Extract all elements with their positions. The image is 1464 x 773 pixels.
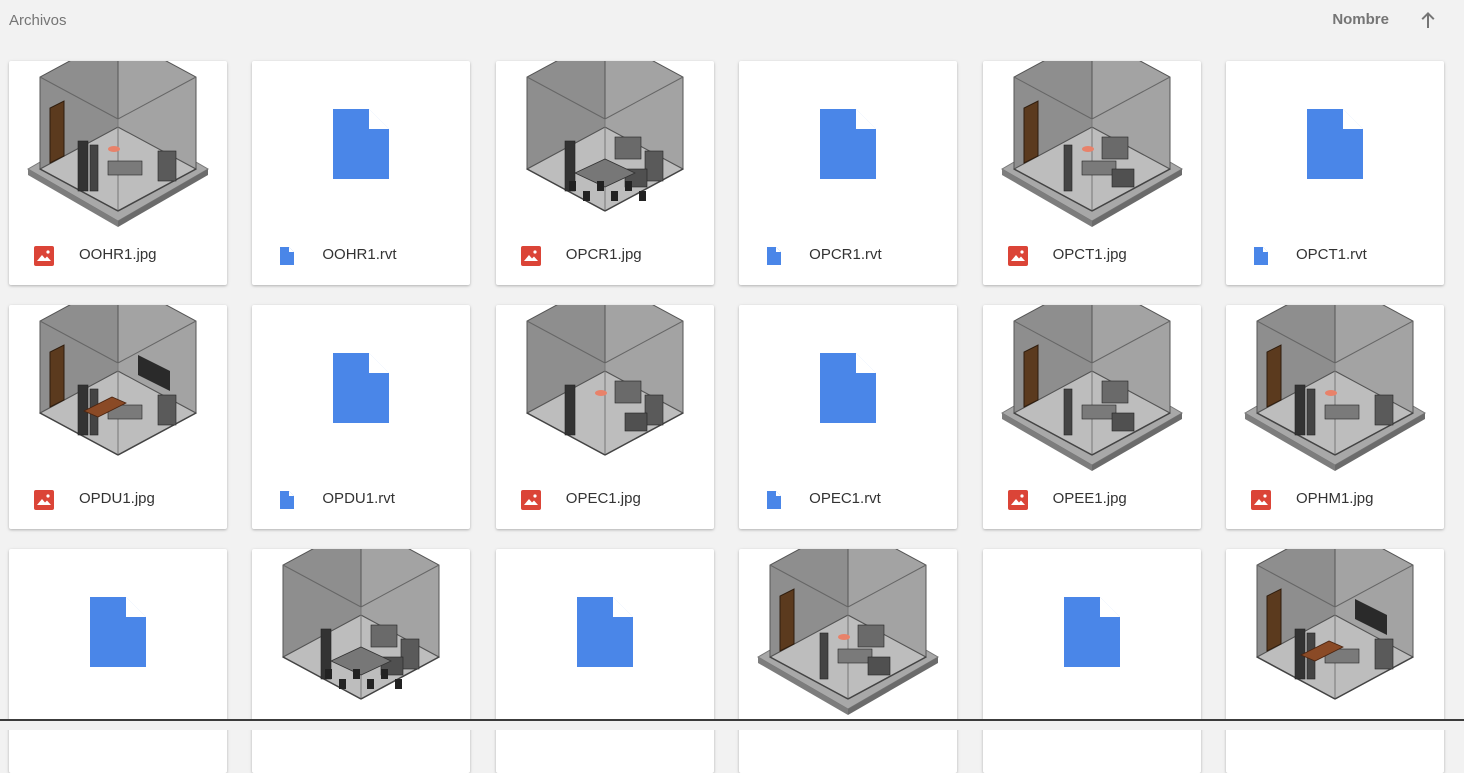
file-card-footer: OPCR1.jpg [496, 227, 714, 285]
sort-by-name-button[interactable]: Nombre [1332, 11, 1389, 28]
file-card-footer: OPEC1.jpg [496, 471, 714, 529]
image-thumbnail [9, 305, 227, 471]
file-name: OOHR1.jpg [79, 246, 157, 263]
document-icon [277, 246, 297, 266]
file-card-footer: OPEE1.jpg [983, 471, 1201, 529]
file-card-footer: OOHR1.jpg [9, 227, 227, 285]
image-icon [520, 246, 541, 266]
file-grid: OOHR1.jpg OOHR1.rvt OPCR1.jpg OPCR1.rvt … [9, 61, 1444, 773]
file-name: OPDU1.jpg [79, 490, 155, 507]
document-icon [764, 246, 784, 266]
file-card-footer: OPDU1.rvt [252, 471, 470, 529]
file-card[interactable]: OPCT1.rvt [1225, 61, 1444, 285]
file-card[interactable]: OPHM1.jpg [1225, 305, 1444, 529]
document-preview-icon [252, 61, 470, 227]
arrow-up-icon[interactable] [1416, 8, 1440, 32]
document-preview-icon [983, 549, 1201, 715]
file-name: OPCT1.jpg [1052, 246, 1127, 263]
file-name: OPEE1.jpg [1052, 490, 1127, 507]
image-thumbnail [1226, 549, 1444, 715]
document-preview-icon [739, 305, 957, 471]
document-preview-icon [252, 305, 470, 471]
image-thumbnail [496, 305, 714, 471]
file-name: OPDU1.rvt [322, 490, 395, 507]
file-card[interactable] [739, 549, 958, 773]
image-icon [1007, 490, 1028, 510]
image-icon [520, 490, 541, 510]
file-name: OOHR1.rvt [322, 246, 397, 263]
file-card[interactable] [1225, 549, 1444, 773]
file-card-footer: OOHR1.rvt [252, 227, 470, 285]
file-card[interactable]: OPEE1.jpg [982, 305, 1201, 529]
image-icon [34, 490, 54, 510]
file-card[interactable]: OOHR1.rvt [252, 61, 471, 285]
file-card[interactable]: OPEC1.jpg [495, 305, 714, 529]
document-icon [1251, 246, 1271, 266]
file-card-footer: OPCT1.rvt [1226, 227, 1444, 285]
image-icon [34, 246, 54, 266]
toolbar: Archivos Nombre [0, 0, 1464, 44]
file-name: OPCR1.rvt [809, 246, 882, 263]
file-card[interactable]: OPCT1.jpg [982, 61, 1201, 285]
document-icon [277, 490, 297, 510]
file-card[interactable] [252, 549, 471, 773]
file-card-footer: OPCT1.jpg [983, 227, 1201, 285]
file-card-footer: OPEC1.rvt [739, 471, 957, 529]
image-thumbnail [9, 61, 227, 227]
file-card[interactable] [9, 549, 227, 773]
image-thumbnail [739, 549, 957, 715]
file-card[interactable]: OPEC1.rvt [739, 305, 958, 529]
image-thumbnail [252, 549, 470, 715]
file-card-footer: OPHM1.jpg [1226, 471, 1444, 529]
file-name: OPCT1.rvt [1295, 246, 1367, 263]
file-card[interactable] [982, 549, 1201, 773]
document-preview-icon [9, 549, 227, 715]
section-title: Archivos [9, 12, 67, 29]
file-card-footer: OPDU1.jpg [9, 471, 227, 529]
document-preview-icon [1226, 61, 1444, 227]
file-card[interactable]: OPDU1.jpg [9, 305, 227, 529]
file-card[interactable]: OOHR1.jpg [9, 61, 227, 285]
image-icon [1007, 246, 1028, 266]
image-thumbnail [983, 61, 1201, 227]
file-name: OPHM1.jpg [1295, 490, 1374, 507]
file-card[interactable]: OPDU1.rvt [252, 305, 471, 529]
file-name: OPEC1.jpg [565, 490, 641, 507]
file-card-footer: OPCR1.rvt [739, 227, 957, 285]
file-card[interactable]: OPCR1.rvt [739, 61, 958, 285]
image-thumbnail [983, 305, 1201, 471]
file-name: OPEC1.rvt [809, 490, 881, 507]
document-preview-icon [739, 61, 957, 227]
file-card[interactable] [495, 549, 714, 773]
image-thumbnail [496, 61, 714, 227]
image-thumbnail [1226, 305, 1444, 471]
bottom-strip [0, 721, 1464, 730]
file-name: OPCR1.jpg [565, 246, 642, 263]
image-icon [1250, 490, 1271, 510]
file-card[interactable]: OPCR1.jpg [495, 61, 714, 285]
document-preview-icon [496, 549, 714, 715]
document-icon [764, 490, 784, 510]
